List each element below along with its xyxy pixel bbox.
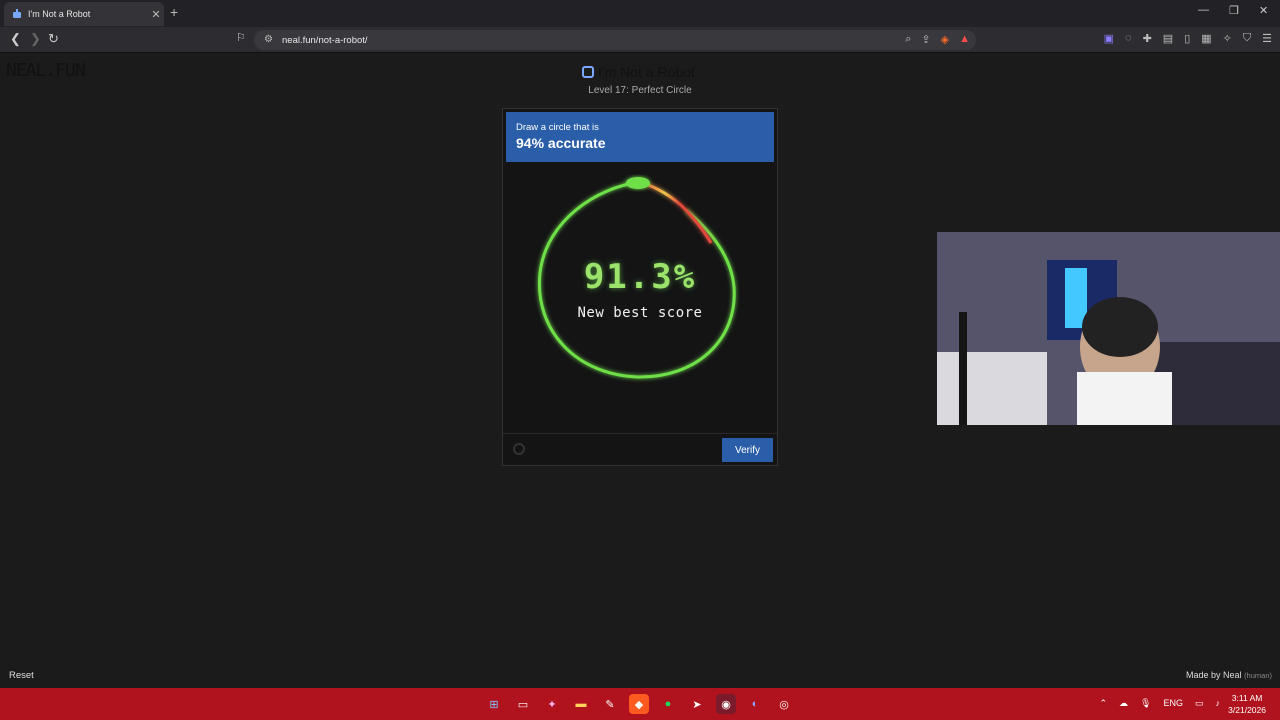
brave-shields-icon[interactable]: ◈	[941, 33, 949, 46]
browser-tab[interactable]: I'm Not a Robot ✕	[4, 2, 164, 26]
chrome-icon[interactable]: ◎	[774, 694, 794, 714]
tab-title: I'm Not a Robot	[28, 9, 91, 19]
obs-icon[interactable]: ◉	[716, 694, 736, 714]
made-by-note: (human)	[1244, 671, 1272, 680]
level-label: Level 17: Perfect Circle	[588, 85, 692, 96]
made-by-credit[interactable]: Made by Neal (human)	[1186, 670, 1272, 680]
reload-icon[interactable]: ↻	[48, 31, 59, 47]
microphone-icon[interactable]: 🎙	[1140, 698, 1151, 709]
robot-favicon-icon	[12, 9, 22, 19]
network-icon[interactable]: ▭	[1195, 698, 1204, 709]
close-window-button[interactable]: ✕	[1259, 4, 1268, 17]
best-score-note: New best score	[577, 305, 703, 321]
extension-icon[interactable]: ◌	[1125, 32, 1132, 45]
url-text: neal.fun/not-a-robot/	[282, 34, 368, 46]
captcha-target: 94% accurate	[516, 135, 606, 151]
drawing-canvas[interactable]: 91.3% New best score	[506, 165, 774, 433]
clock-date: 3/21/2026	[1228, 705, 1266, 715]
tab-strip: I'm Not a Robot ✕ + — ❐ ✕	[0, 0, 1280, 27]
drawn-circle	[537, 177, 736, 379]
puzzle-icon[interactable]: ✚	[1143, 32, 1152, 45]
onedrive-icon[interactable]: ☁	[1119, 698, 1128, 709]
verify-button[interactable]: Verify	[722, 438, 773, 462]
share-icon[interactable]: ⇪	[921, 33, 930, 46]
clock-time: 3:11 AM	[1231, 693, 1263, 703]
start-menu-icon[interactable]: ⊞	[484, 694, 504, 714]
captcha-header: Draw a circle that is 94% accurate	[506, 112, 774, 162]
menu-icon[interactable]: ☰	[1262, 32, 1272, 45]
discord-icon[interactable]: ◐	[745, 694, 765, 714]
vpn-icon[interactable]: ▣	[1104, 32, 1114, 45]
toolbar-extensions: ▣ ◌ ✚ ▤ ▯ ▦ ✧ ⛉ ☰	[1104, 32, 1272, 45]
tab-close-icon[interactable]: ✕	[148, 8, 164, 21]
captcha-box: Draw a circle that is 94% accurate 91.3%…	[502, 108, 778, 466]
bookmark-icon[interactable]: ⚐	[236, 31, 246, 44]
page-content: NEAL.FUN I'm Not a Robot Level 17: Perfe…	[0, 54, 1280, 688]
copilot-icon[interactable]: ✦	[542, 694, 562, 714]
app-icon[interactable]: ➤	[687, 694, 707, 714]
loading-spinner-icon	[513, 443, 525, 455]
captcha-instruction: Draw a circle that is	[516, 122, 599, 133]
back-icon[interactable]: ❮	[10, 31, 21, 47]
accuracy-score: 91.3%	[583, 257, 697, 297]
reading-list-icon[interactable]: ▦	[1201, 32, 1211, 45]
spotify-icon[interactable]: ●	[658, 694, 678, 714]
site-logo[interactable]: NEAL.FUN	[6, 60, 86, 81]
volume-icon[interactable]: ♪	[1216, 698, 1221, 709]
address-bar[interactable]: ⚙ neal.fun/not-a-robot/ ⌕ ⇪ ◈ ▲	[254, 30, 976, 50]
shield-icon[interactable]: ⛉	[1243, 32, 1251, 45]
made-by-text: Made by Neal	[1186, 670, 1242, 680]
page-title-text: I'm Not a Robot	[598, 64, 695, 80]
wallet-icon[interactable]: ▤	[1163, 32, 1173, 45]
webcam-overlay	[937, 232, 1280, 425]
task-view-icon[interactable]: ▭	[513, 694, 533, 714]
file-explorer-icon[interactable]: ▬	[571, 694, 591, 714]
reset-link[interactable]: Reset	[9, 670, 34, 681]
system-tray: ⌃ ☁ 🎙 ENG ▭ ♪	[1099, 698, 1220, 709]
leo-ai-icon[interactable]: ✧	[1223, 32, 1232, 45]
minimize-button[interactable]: —	[1198, 4, 1209, 16]
zoom-icon[interactable]: ⌕	[905, 33, 911, 46]
new-tab-button[interactable]: +	[170, 4, 178, 20]
site-settings-icon[interactable]: ⚙	[264, 34, 273, 45]
sidebar-icon[interactable]: ▯	[1184, 32, 1190, 45]
restore-button[interactable]: ❐	[1229, 4, 1239, 17]
clapper-icon[interactable]: ✎	[600, 694, 620, 714]
page-title: I'm Not a Robot	[582, 64, 695, 80]
system-clock[interactable]: 3:11 AM 3/21/2026	[1228, 692, 1266, 716]
brave-browser-icon[interactable]: ◆	[629, 694, 649, 714]
tray-overflow-icon[interactable]: ⌃	[1099, 698, 1107, 709]
webcam-image	[937, 232, 1280, 425]
forward-icon[interactable]: ❯	[30, 31, 41, 47]
brave-rewards-icon[interactable]: ▲	[959, 33, 970, 46]
language-indicator[interactable]: ENG	[1163, 698, 1183, 709]
captcha-footer: Verify	[503, 433, 777, 465]
robot-icon	[582, 66, 594, 78]
windows-taskbar: ⊞ ▭ ✦ ▬ ✎ ◆ ● ➤ ◉ ◐ ◎ ⌃ ☁ 🎙 ENG ▭ ♪ 3:11…	[0, 688, 1280, 720]
